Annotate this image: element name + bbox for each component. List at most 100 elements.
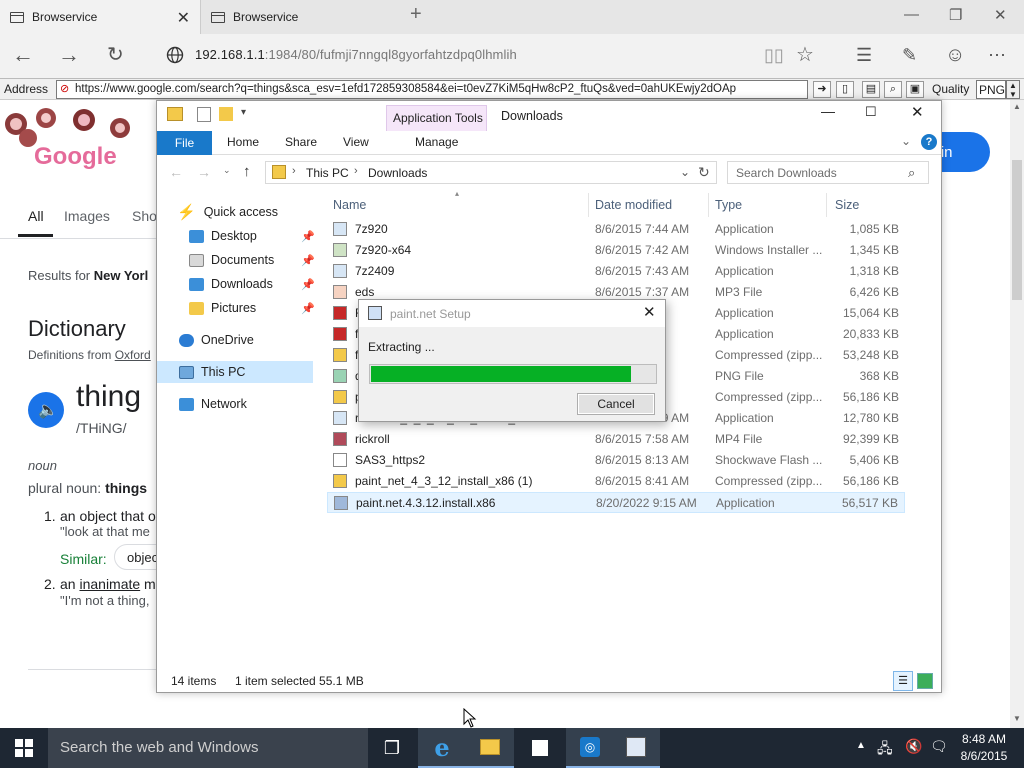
recent-locations-icon[interactable]: ⌄ [223,165,231,176]
browser-tab-2[interactable]: Browservice [200,0,400,34]
file-row[interactable]: SAS3_https2 8/6/2015 8:13 AM Shockwave Fla… [327,450,905,471]
nav-network[interactable]: Network [179,393,247,415]
nav-quick-access[interactable]: ⚡ Quick access [177,201,278,223]
nav-documents[interactable]: Documents 📌 [189,249,319,271]
properties-icon[interactable] [197,107,211,122]
quality-spinner-icon[interactable]: ▲ ▼ [1006,80,1020,99]
file-row[interactable]: paint.net.4.3.12.install.x86 8/20/2022 9:… [327,492,905,513]
column-header-name[interactable]: Name [333,198,366,212]
ribbon-tab-share[interactable]: Share [285,135,317,149]
network-status-icon[interactable]: 🖧 [877,738,893,762]
new-folder-icon[interactable] [219,107,233,121]
reading-view-icon[interactable]: ▯▯ [764,42,784,68]
column-header-type[interactable]: Type [715,198,742,212]
favorite-star-icon[interactable]: ☆ [796,42,814,68]
pronounce-button[interactable]: 🔈 [28,392,64,428]
minimize-icon[interactable]: — [821,103,835,119]
scrollbar-thumb[interactable] [1012,160,1022,300]
zip-icon [333,474,347,488]
scroll-up-icon[interactable]: ▲ [1013,102,1021,111]
breadcrumb-downloads[interactable]: Downloads [368,166,427,180]
feedback-smiley-icon[interactable]: ☺ [945,42,965,68]
find-icon[interactable]: ⌕ [884,81,902,98]
ribbon-tab-file[interactable]: File [157,131,212,155]
large-icons-view-icon[interactable] [917,673,933,689]
start-button[interactable] [0,728,48,768]
clipboard-icon[interactable]: ▣ [906,81,924,98]
quick-access-toolbar-dropdown-icon[interactable]: ▾ [241,107,246,118]
results-location: Results for New Yorl [28,268,148,283]
ribbon-tab-view[interactable]: View [343,135,369,149]
tab-shopping[interactable]: Sho [132,208,157,224]
file-row[interactable]: rickroll 8/6/2015 7:58 AM MP4 File 92,399 K… [327,429,905,450]
refresh-icon[interactable]: ↻ [698,164,710,181]
back-icon[interactable]: ← [169,164,183,180]
paintnet-setup-taskbar-icon[interactable] [612,728,660,768]
details-view-icon[interactable]: ☰ [893,671,913,691]
web-note-icon[interactable]: ✎ [902,42,917,68]
file-row[interactable]: 7z2409 8/6/2015 7:43 AM Application 1,318 K… [327,261,905,282]
breadcrumb-this-pc[interactable]: This PC [306,166,349,180]
address-input[interactable]: ⊘ https://www.google.com/search?q=things… [56,80,808,99]
minimize-icon[interactable]: — [904,6,919,23]
nav-onedrive[interactable]: OneDrive [179,329,254,351]
cancel-button[interactable]: Cancel [577,393,655,415]
url-display[interactable]: 192.168.1.1:1984/80/fufmji7nngql8gyorfah… [195,47,517,62]
bookmark-icon[interactable]: ▯ [836,81,854,98]
new-tab-button[interactable]: + [410,3,422,26]
tab-all[interactable]: All [28,208,44,224]
page-scrollbar[interactable]: ▲ ▼ [1010,100,1024,728]
action-center-icon[interactable]: 🗨 [930,738,948,755]
show-hidden-icons-icon[interactable]: ▲ [856,740,866,751]
browser-tab-1[interactable]: Browservice ✕ [0,0,200,34]
close-icon[interactable]: ✕ [643,303,656,321]
expand-ribbon-icon[interactable]: ⌄ [901,134,911,148]
column-header-size[interactable]: Size [835,198,859,212]
quality-select[interactable]: PNG [976,80,1006,99]
maximize-icon[interactable]: ☐ [865,104,877,120]
context-tab-label: Application Tools [393,111,483,125]
ribbon-tab-home[interactable]: Home [227,135,259,149]
close-icon[interactable]: ✕ [911,103,924,121]
oxford-link[interactable]: Oxford [115,348,151,362]
up-icon[interactable]: ↑ [243,163,251,180]
breadcrumb[interactable]: › This PC › Downloads ⌄ ↻ [265,161,717,184]
file-explorer-taskbar-icon[interactable] [466,728,514,768]
volume-muted-icon[interactable]: 🔇 [905,738,922,755]
task-view-icon[interactable]: ❐ [368,728,416,768]
file-row[interactable]: 7z920 8/6/2015 7:44 AM Application 1,085 KB [327,219,905,240]
tab-images[interactable]: Images [64,208,110,224]
close-window-icon[interactable]: ✕ [994,6,1007,24]
help-icon[interactable]: ? [921,134,937,150]
go-arrow-icon[interactable]: ➜ [813,81,831,98]
search-downloads-input[interactable]: Search Downloads ⌕ [727,161,929,184]
browser-taskbar-icon[interactable]: ◎ [566,728,614,768]
inanimate-link[interactable]: inanimate [79,576,140,592]
nav-downloads[interactable]: Downloads 📌 [189,273,319,295]
history-icon[interactable]: ▤ [862,81,880,98]
nav-desktop[interactable]: Desktop 📌 [189,225,319,247]
column-header-date[interactable]: Date modified [595,198,672,212]
system-clock[interactable]: 8:48 AM 8/6/2015 [958,731,1010,765]
refresh-icon[interactable]: ↻ [107,42,124,68]
chevron-down-icon[interactable]: ⌄ [680,165,690,179]
edge-taskbar-icon[interactable]: e [418,728,466,768]
close-tab-icon[interactable]: ✕ [177,8,190,28]
tab-page-icon [10,11,24,23]
store-taskbar-icon[interactable] [516,728,564,768]
taskbar-search-box[interactable]: Search the web and Windows [48,728,368,768]
nav-this-pc[interactable]: This PC [157,361,313,383]
hub-icon[interactable]: ☰ [856,42,872,68]
video-icon [333,432,347,446]
ribbon-tab-manage[interactable]: Manage [415,135,458,149]
nav-pictures[interactable]: Pictures 📌 [189,297,319,319]
scroll-down-icon[interactable]: ▼ [1013,714,1021,723]
forward-icon[interactable]: → [197,164,211,180]
more-icon[interactable]: ⋯ [988,42,1006,68]
restore-icon[interactable]: ❐ [949,6,962,24]
file-row[interactable]: 7z920-x64 8/6/2015 7:42 AM Windows Install… [327,240,905,261]
nav-label: Quick access [203,205,279,219]
back-icon[interactable]: ← [12,42,34,68]
forward-icon[interactable]: → [58,42,80,68]
file-row[interactable]: paint_net_4_3_12_install_x86 (1) 8/6/2015… [327,471,905,492]
